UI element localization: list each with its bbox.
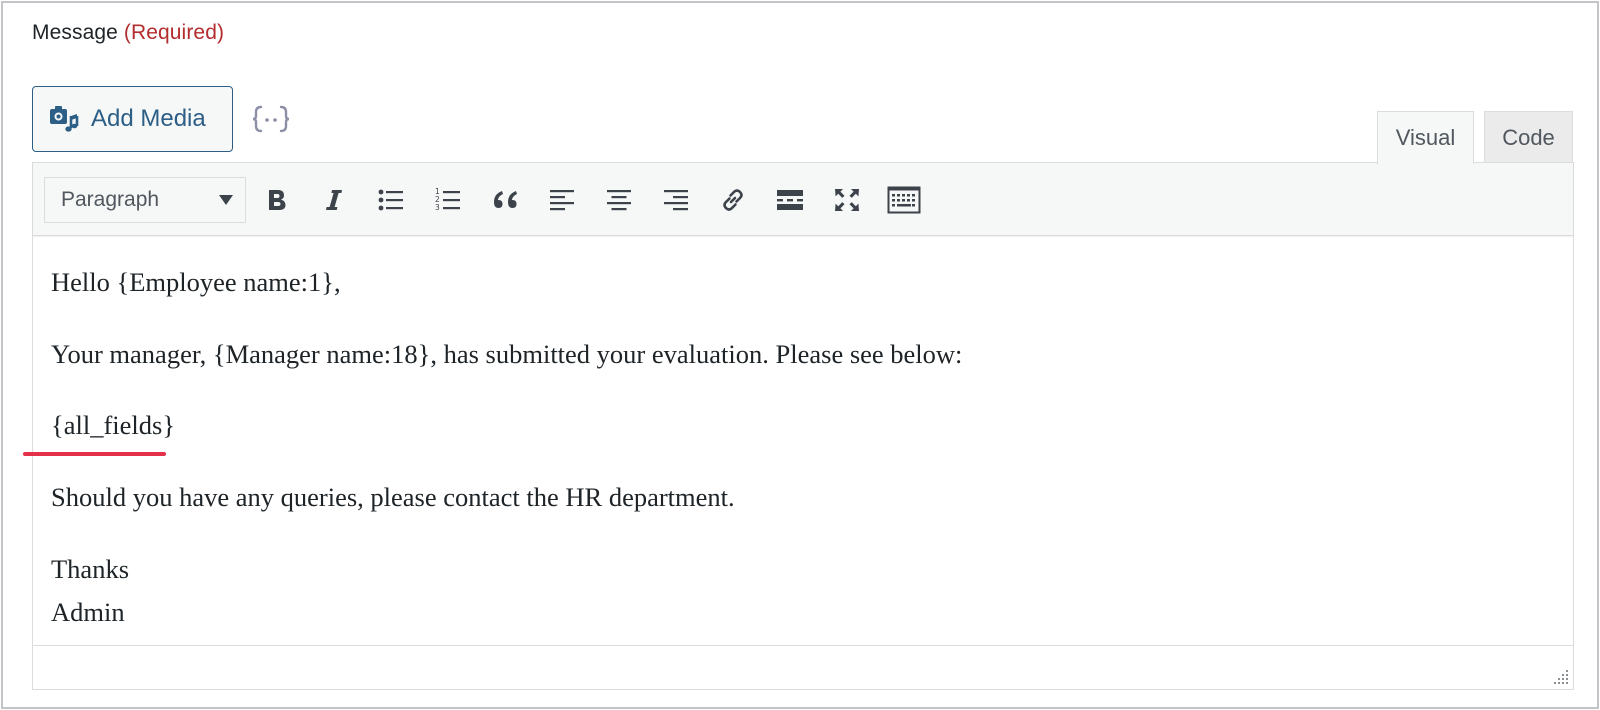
format-select-value: Paragraph <box>61 188 160 211</box>
read-more-icon <box>777 190 803 210</box>
link-icon <box>723 189 743 211</box>
numbered-list-button[interactable]: 1 2 3 <box>428 180 468 220</box>
merge-tags-button[interactable] <box>251 101 291 137</box>
content-queries: Should you have any queries, please cont… <box>51 482 735 512</box>
rich-text-editor: Paragraph 1 2 3 Hello {Employee name:1},… <box>32 162 1574 690</box>
resize-handle-icon[interactable] <box>1553 669 1569 685</box>
read-more-button[interactable] <box>770 180 810 220</box>
merge-tags-braces-icon <box>252 105 290 133</box>
fullscreen-button[interactable] <box>827 180 867 220</box>
svg-text:3: 3 <box>435 203 440 212</box>
add-media-button[interactable]: Add Media <box>32 86 233 152</box>
content-greeting: Hello {Employee name:1}, <box>51 267 341 297</box>
bold-button[interactable] <box>257 180 297 220</box>
bulleted-list-icon <box>378 189 403 211</box>
tab-code-label: Code <box>1502 124 1555 150</box>
editor-toolbar: Paragraph 1 2 3 <box>33 163 1573 236</box>
align-right-icon <box>664 190 688 211</box>
format-select[interactable]: Paragraph <box>44 177 246 223</box>
tab-visual[interactable]: Visual <box>1377 111 1474 164</box>
toolbar-toggle-icon <box>887 186 921 214</box>
chevron-down-icon <box>219 195 233 205</box>
editor-statusbar <box>33 645 1573 689</box>
italic-icon <box>326 190 342 210</box>
required-indicator: (Required) <box>123 21 225 44</box>
italic-button[interactable] <box>314 180 354 220</box>
align-left-button[interactable] <box>542 180 582 220</box>
align-right-button[interactable] <box>656 180 696 220</box>
field-label-text: Message <box>32 21 118 44</box>
blockquote-icon <box>494 191 517 208</box>
align-center-button[interactable] <box>599 180 639 220</box>
bulleted-list-button[interactable] <box>371 180 411 220</box>
merge-tag-underline <box>23 452 166 456</box>
add-media-icon <box>50 106 79 132</box>
content-thanks: Thanks <box>51 554 130 584</box>
add-media-label: Add Media <box>91 105 206 132</box>
content-signature: Admin <box>51 597 125 627</box>
numbered-list-icon: 1 2 3 <box>435 187 460 212</box>
toolbar-toggle-button[interactable] <box>884 180 924 220</box>
editor-frame: Message (Required) Add Media Visual Code <box>1 1 1599 709</box>
align-left-icon <box>550 190 574 211</box>
blockquote-button[interactable] <box>485 180 525 220</box>
content-body: Your manager, {Manager name:18}, has sub… <box>51 339 963 369</box>
fullscreen-icon <box>835 189 859 211</box>
tab-visual-label: Visual <box>1395 125 1456 150</box>
align-center-icon <box>607 190 631 211</box>
bold-icon <box>269 190 286 210</box>
content-merge-tag: {all_fields} <box>51 410 176 440</box>
link-button[interactable] <box>713 180 753 220</box>
message-field-label: Message (Required) <box>32 21 224 45</box>
tab-code[interactable]: Code <box>1484 111 1573 163</box>
